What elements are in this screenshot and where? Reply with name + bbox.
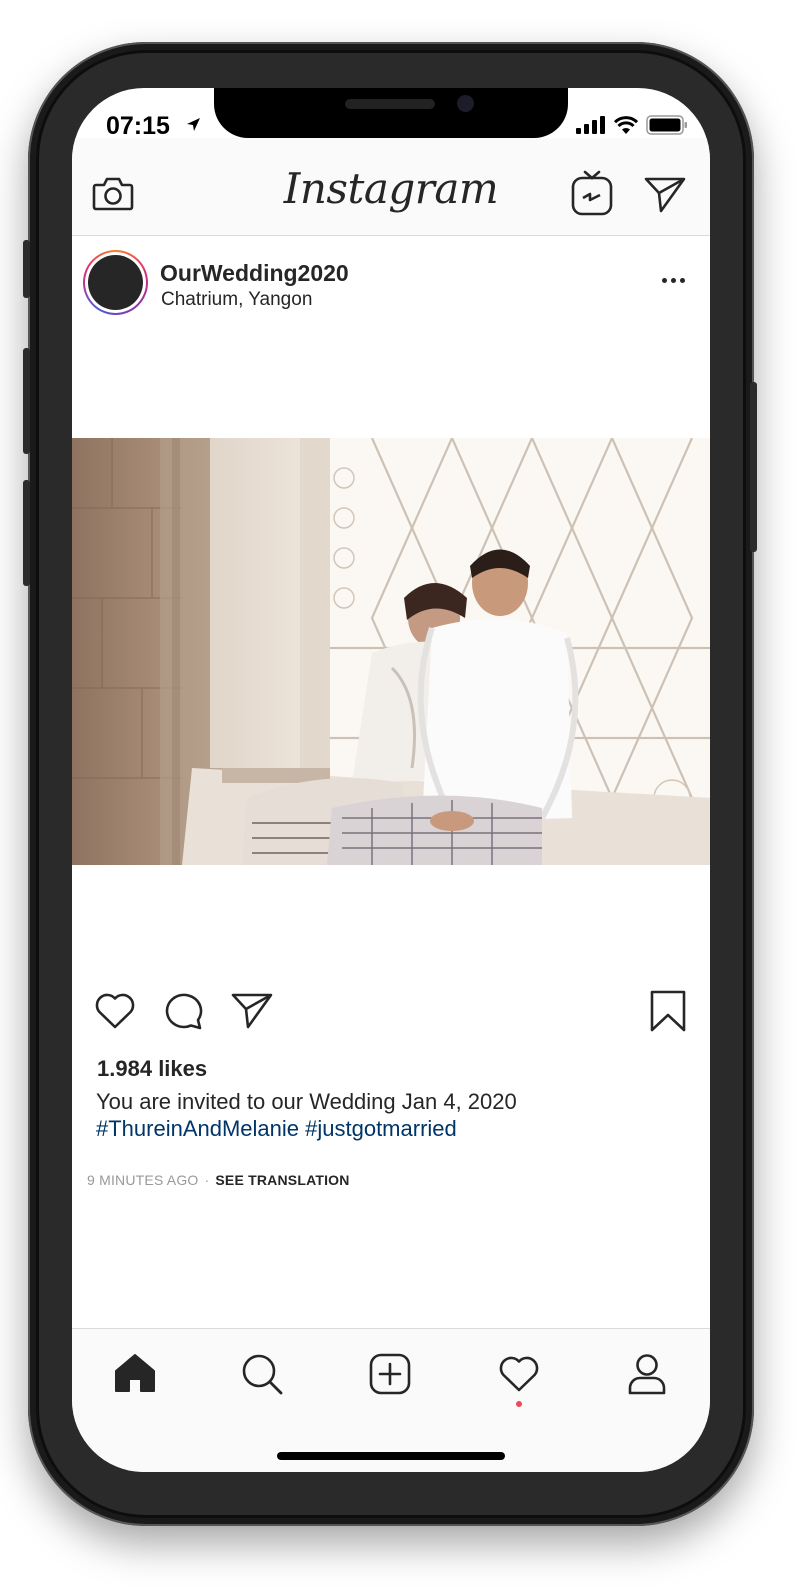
add-post-icon[interactable] [369, 1353, 411, 1395]
notch [214, 88, 568, 138]
avatar[interactable] [83, 250, 148, 315]
post-actions [72, 988, 710, 1038]
volume-up-button [23, 348, 30, 454]
screen: 07:15 Instagram OurWedding2020 Chatrium,… [72, 88, 710, 1472]
post-caption: You are invited to our Wedding Jan 4, 20… [96, 1088, 686, 1142]
direct-message-icon[interactable] [644, 176, 686, 214]
wifi-icon [613, 115, 639, 134]
likes-count[interactable]: 1.984 likes [97, 1056, 207, 1082]
speaker-grille [345, 99, 435, 109]
activity-heart-icon[interactable] [498, 1353, 540, 1393]
search-icon[interactable] [241, 1353, 283, 1395]
heart-icon[interactable] [94, 990, 136, 1030]
share-icon[interactable] [231, 992, 273, 1030]
igtv-icon[interactable] [571, 170, 613, 216]
power-button [750, 382, 757, 552]
more-dot [680, 278, 685, 283]
tab-bar [72, 1328, 710, 1472]
post-meta: 9 MINUTES AGO · SEE TRANSLATION [87, 1172, 350, 1188]
activity-notification-dot [516, 1401, 522, 1407]
mute-switch [23, 240, 30, 298]
likes-label: likes [158, 1056, 208, 1081]
bookmark-icon[interactable] [650, 990, 686, 1032]
post-photo[interactable] [72, 438, 710, 865]
caption-hashtags[interactable]: #ThureinAndMelanie #justgotmarried [96, 1115, 686, 1142]
front-camera [457, 95, 474, 112]
more-dot [662, 278, 667, 283]
post-username[interactable]: OurWedding2020 [160, 260, 349, 287]
app-header: Instagram [72, 138, 710, 236]
location-arrow-icon [187, 118, 200, 131]
post-location[interactable]: Chatrium, Yangon [161, 289, 312, 311]
likes-number: 1.984 [97, 1056, 153, 1081]
more-dot [671, 278, 676, 283]
volume-down-button [23, 480, 30, 586]
status-time: 07:15 [106, 112, 170, 140]
caption-text: You are invited to our Wedding Jan 4, 20… [96, 1089, 517, 1114]
see-translation-link[interactable]: SEE TRANSLATION [215, 1172, 349, 1188]
profile-icon[interactable] [627, 1353, 667, 1395]
post-timestamp: 9 MINUTES AGO [87, 1172, 199, 1188]
wedding-photo-illustration [72, 438, 710, 865]
battery-icon [646, 115, 687, 135]
home-icon[interactable] [114, 1353, 156, 1393]
post-header: OurWedding2020 Chatrium, Yangon [72, 236, 710, 318]
comment-icon[interactable] [163, 990, 205, 1030]
more-options-icon[interactable] [662, 278, 685, 283]
signal-icon [576, 116, 605, 134]
instagram-logo: Instagram [283, 164, 499, 213]
avatar-image [88, 255, 143, 310]
home-indicator[interactable] [277, 1452, 505, 1460]
status-indicators [576, 115, 688, 135]
meta-separator: · [204, 1172, 210, 1188]
